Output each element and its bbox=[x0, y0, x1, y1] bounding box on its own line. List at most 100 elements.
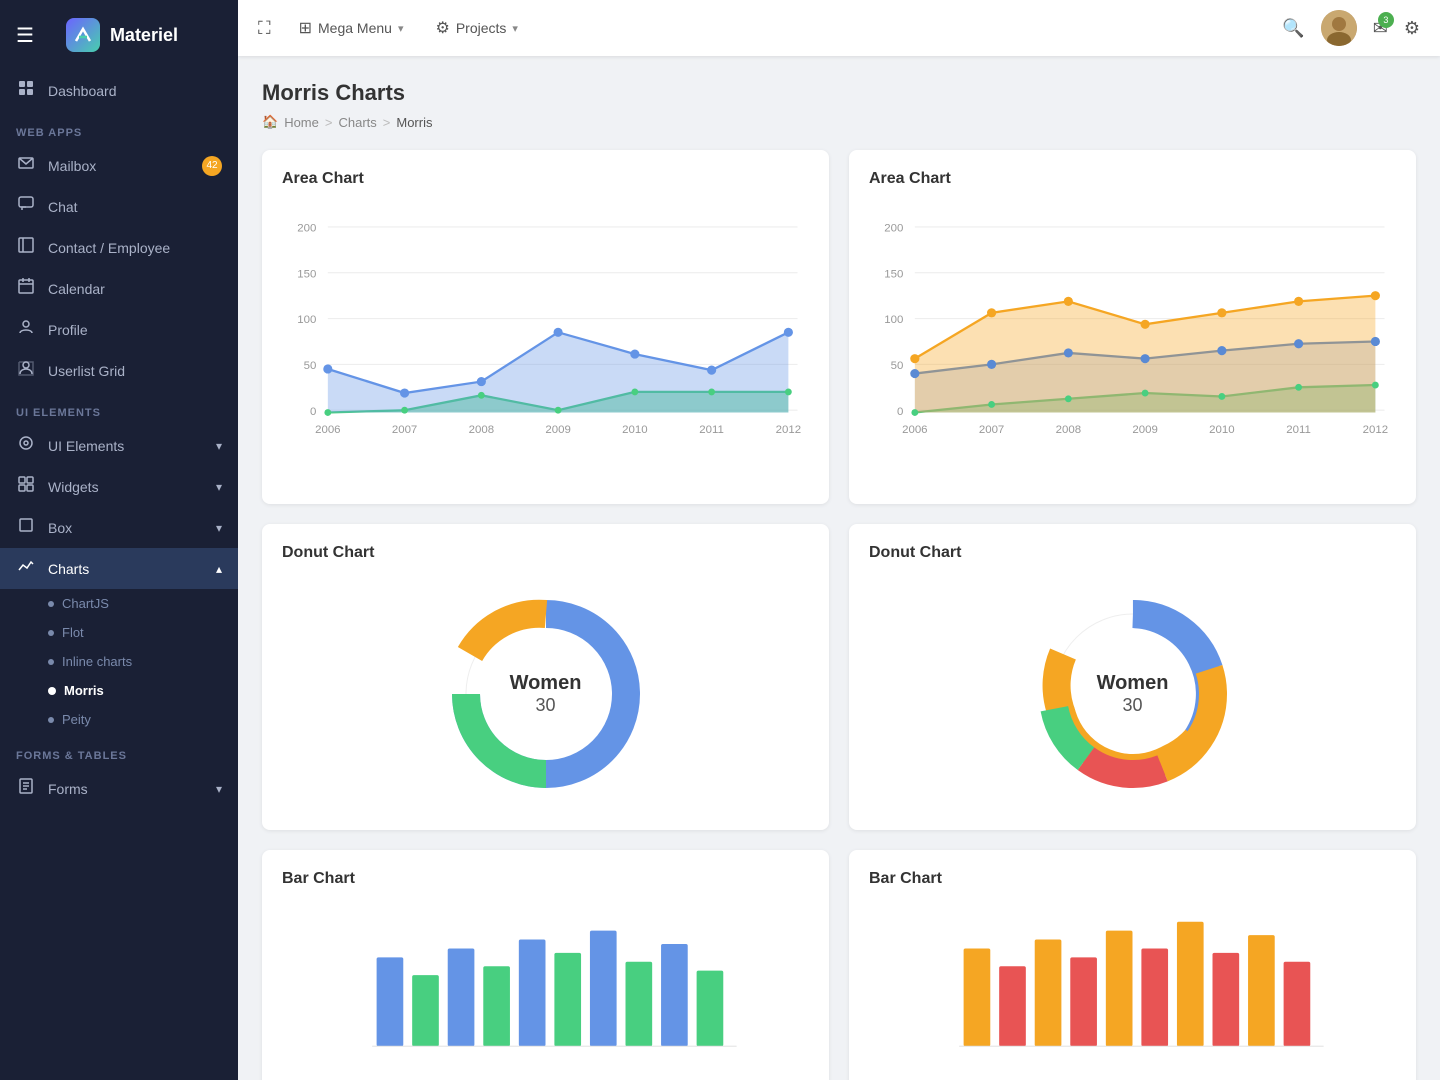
widgets-arrow: ▾ bbox=[216, 480, 222, 494]
userlist-icon bbox=[16, 360, 36, 381]
donut-2-wrap: Women 30 bbox=[869, 578, 1396, 810]
hamburger-button[interactable]: ☰ bbox=[0, 5, 50, 66]
bar-chart-1-title: Bar Chart bbox=[282, 870, 809, 888]
donut-1-value: 30 bbox=[510, 695, 582, 716]
svg-text:100: 100 bbox=[884, 314, 903, 326]
donut-2-value: 30 bbox=[1097, 695, 1169, 716]
calendar-icon bbox=[16, 278, 36, 299]
svg-text:2008: 2008 bbox=[469, 424, 494, 436]
charts-submenu: ChartJS Flot Inline charts Morris Peity bbox=[0, 589, 238, 734]
settings-icon[interactable]: ⚙ bbox=[1404, 18, 1420, 39]
chartjs-label: ChartJS bbox=[62, 596, 109, 611]
search-icon[interactable]: 🔍 bbox=[1282, 18, 1304, 39]
sub-inline[interactable]: Inline charts bbox=[48, 647, 238, 676]
user-avatar[interactable] bbox=[1321, 10, 1357, 46]
svg-text:2010: 2010 bbox=[1209, 424, 1234, 436]
sidebar: ☰ Materiel Dashboard Web Apps Mailbox 42 bbox=[0, 0, 238, 1080]
sidebar-item-forms[interactable]: Forms ▾ bbox=[0, 768, 238, 809]
peity-dot bbox=[48, 717, 54, 723]
svg-text:2012: 2012 bbox=[776, 424, 801, 436]
area-chart-2-svg: 200 150 100 50 0 2006 2007 2008 2009 201… bbox=[869, 204, 1396, 479]
forms-label: Forms bbox=[48, 781, 88, 797]
box-icon bbox=[16, 517, 36, 538]
section-ui: UI Elements bbox=[0, 391, 238, 425]
svg-text:150: 150 bbox=[297, 268, 316, 280]
sidebar-item-widgets[interactable]: Widgets ▾ bbox=[0, 466, 238, 507]
projects-label: Projects bbox=[456, 20, 507, 36]
area-chart-2: Area Chart 200 150 100 50 0 2006 2007 20… bbox=[849, 150, 1416, 504]
svg-text:50: 50 bbox=[304, 360, 317, 372]
donut-1-container: Women 30 bbox=[446, 594, 646, 794]
mail-icon bbox=[16, 155, 36, 176]
breadcrumb-sep1: > bbox=[325, 115, 333, 130]
content-area: Morris Charts 🏠 Home > Charts > Morris A… bbox=[238, 56, 1440, 1080]
dashboard-label: Dashboard bbox=[48, 83, 117, 99]
contact-icon bbox=[16, 237, 36, 258]
breadcrumb: 🏠 Home > Charts > Morris bbox=[262, 114, 1416, 130]
charts-icon bbox=[16, 558, 36, 579]
forms-arrow: ▾ bbox=[216, 782, 222, 796]
profile-icon bbox=[16, 319, 36, 340]
sidebar-item-chat[interactable]: Chat bbox=[0, 186, 238, 227]
sub-peity[interactable]: Peity bbox=[48, 705, 238, 734]
bar-chart-1: Bar Chart bbox=[262, 850, 829, 1080]
svg-text:2009: 2009 bbox=[1132, 424, 1157, 436]
sidebar-item-charts[interactable]: Charts ▴ bbox=[0, 548, 238, 589]
sub-flot[interactable]: Flot bbox=[48, 618, 238, 647]
calendar-label: Calendar bbox=[48, 281, 105, 297]
breadcrumb-home[interactable]: Home bbox=[284, 115, 319, 130]
sidebar-item-contact[interactable]: Contact / Employee bbox=[0, 227, 238, 268]
donut-1-main-text: Women bbox=[510, 672, 582, 695]
sub-chartjs[interactable]: ChartJS bbox=[48, 589, 238, 618]
chartjs-dot bbox=[48, 601, 54, 607]
svg-text:100: 100 bbox=[297, 314, 316, 326]
bar-chart-1-svg bbox=[282, 904, 809, 1064]
svg-text:2010: 2010 bbox=[622, 424, 647, 436]
donut-2-main-text: Women bbox=[1097, 672, 1169, 695]
mega-menu-label: Mega Menu bbox=[318, 20, 392, 36]
section-webapps: Web Apps bbox=[0, 111, 238, 145]
area-chart-1-title: Area Chart bbox=[282, 170, 809, 188]
breadcrumb-charts[interactable]: Charts bbox=[338, 115, 376, 130]
sub-morris[interactable]: Morris bbox=[48, 676, 238, 705]
chat-icon bbox=[16, 196, 36, 217]
mega-menu-button[interactable]: ⊞ Mega Menu ▾ bbox=[287, 12, 416, 44]
donut-chart-2: Donut Chart bbox=[849, 524, 1416, 830]
sidebar-item-dashboard[interactable]: Dashboard bbox=[0, 70, 238, 111]
topbar: ⛶ ⊞ Mega Menu ▾ ⚙ Projects ▾ 🔍 bbox=[238, 0, 1440, 56]
bar-chart-2: Bar Chart bbox=[849, 850, 1416, 1080]
ui-elements-icon bbox=[16, 435, 36, 456]
ui-elements-label: UI Elements bbox=[48, 438, 124, 454]
svg-text:2007: 2007 bbox=[392, 424, 417, 436]
mega-menu-icon: ⊞ bbox=[299, 18, 312, 38]
morris-dot bbox=[48, 687, 56, 695]
svg-text:2009: 2009 bbox=[545, 424, 570, 436]
area-chart-1: Area Chart 200 150 100 50 0 2006 2007 bbox=[262, 150, 829, 504]
logo-icon bbox=[66, 18, 100, 52]
area-chart-1-svg: 200 150 100 50 0 2006 2007 2008 2009 201… bbox=[282, 204, 809, 479]
area-chart-2-title: Area Chart bbox=[869, 170, 1396, 188]
svg-text:2006: 2006 bbox=[902, 424, 927, 436]
sidebar-item-userlist[interactable]: Userlist Grid bbox=[0, 350, 238, 391]
mailbox-label: Mailbox bbox=[48, 158, 96, 174]
breadcrumb-sep2: > bbox=[383, 115, 391, 130]
projects-button[interactable]: ⚙ Projects ▾ bbox=[423, 12, 529, 44]
mail-badge: 42 bbox=[202, 156, 222, 176]
sidebar-item-ui-elements[interactable]: UI Elements ▾ bbox=[0, 425, 238, 466]
sidebar-logo: Materiel bbox=[50, 0, 194, 70]
fullscreen-button[interactable]: ⛶ bbox=[258, 18, 271, 39]
donut-1-label: Women 30 bbox=[510, 672, 582, 716]
svg-text:0: 0 bbox=[310, 406, 316, 418]
peity-label: Peity bbox=[62, 712, 91, 727]
donut-2-container: Women 30 bbox=[1033, 594, 1233, 794]
sidebar-item-profile[interactable]: Profile bbox=[0, 309, 238, 350]
donut-2-label: Women 30 bbox=[1097, 672, 1169, 716]
topbar-right: 🔍 ✉ 3 ⚙ bbox=[1282, 10, 1420, 46]
sidebar-item-mailbox[interactable]: Mailbox 42 bbox=[0, 145, 238, 186]
sidebar-item-box[interactable]: Box ▾ bbox=[0, 507, 238, 548]
widgets-icon bbox=[16, 476, 36, 497]
charts-label: Charts bbox=[48, 561, 89, 577]
sidebar-item-calendar[interactable]: Calendar bbox=[0, 268, 238, 309]
mail-button[interactable]: ✉ 3 bbox=[1373, 18, 1388, 39]
main-area: ⛶ ⊞ Mega Menu ▾ ⚙ Projects ▾ 🔍 bbox=[238, 0, 1440, 1080]
